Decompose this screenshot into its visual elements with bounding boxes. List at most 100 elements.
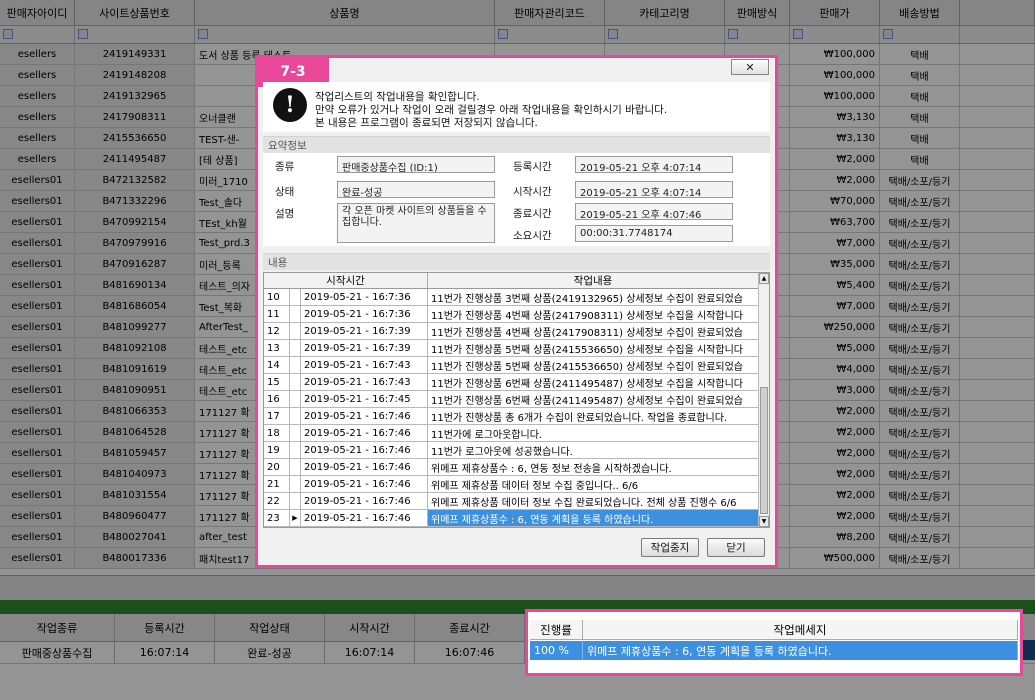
row-pointer-icon <box>290 493 301 509</box>
type-field: 판매중상품수집 (ID:1) <box>337 156 495 173</box>
log-time: 2019-05-21 - 16:7:46 <box>301 493 428 509</box>
log-row-number: 21 <box>264 476 290 492</box>
row-pointer-icon <box>290 408 301 424</box>
row-pointer-icon: ▶ <box>290 510 301 526</box>
log-row[interactable]: 23 ▶ 2019-05-21 - 16:7:46 위메프 제휴상품수 : 6, 연동… <box>264 510 759 527</box>
log-message: 11번가에 로그아웃합니다. <box>428 425 759 441</box>
log-time: 2019-05-21 - 16:7:46 <box>301 442 428 458</box>
log-row[interactable]: 17 2019-05-21 - 16:7:46 11번가 진행상품 총 6개가 수집… <box>264 408 759 425</box>
log-row-number: 16 <box>264 391 290 407</box>
log-message: 위메프 제휴상품 데이터 정보 수집 중입니다.. 6/6 <box>428 476 759 492</box>
row-pointer-icon <box>290 306 301 322</box>
summary-section-title: 요약정보 <box>263 136 770 153</box>
log-message: 위메프 제휴상품 데이터 정보 수집 완료되었습니다. 전체 상품 진행수 6/… <box>428 493 759 509</box>
log-message: 위메프 제휴상품수 : 6, 연동 정보 전송을 시작하겠습니다. <box>428 459 759 475</box>
log-time: 2019-05-21 - 16:7:46 <box>301 476 428 492</box>
log-row[interactable]: 11 2019-05-21 - 16:7:36 11번가 진행상품 4번째 상품(2… <box>264 306 759 323</box>
log-row-number: 22 <box>264 493 290 509</box>
log-row-number: 15 <box>264 374 290 390</box>
row-pointer-icon <box>290 340 301 356</box>
row-pointer-icon <box>290 391 301 407</box>
scroll-thumb[interactable] <box>760 387 768 514</box>
log-message: 11번가 진행상품 6번째 상품(2411495487) 상세정보 수집을 시작… <box>428 374 759 390</box>
log-message: 11번가 진행상품 4번째 상품(2417908311) 상세정보 수집을 시작… <box>428 306 759 322</box>
log-message: 11번가 진행상품 5번째 상품(2415536650) 상세정보 수집을 시작… <box>428 340 759 356</box>
row-pointer-icon <box>290 374 301 390</box>
progress-panel: 진행률 작업메세지 100 % 위메프 제휴상품수 : 6, 연동 계획을 등록… <box>525 609 1023 676</box>
dialog-body: 7-3 ✕ ! 작업리스트의 작업내용을 확인합니다. 만약 오류가 있거나 작… <box>257 57 773 563</box>
log-time: 2019-05-21 - 16:7:46 <box>301 425 428 441</box>
log-time: 2019-05-21 - 16:7:46 <box>301 408 428 424</box>
log-row[interactable]: 12 2019-05-21 - 16:7:39 11번가 진행상품 4번째 상품(2… <box>264 323 759 340</box>
log-row[interactable]: 21 2019-05-21 - 16:7:46 위메프 제휴상품 데이터 정보 수집… <box>264 476 759 493</box>
log-col-content[interactable]: 작업내용 <box>428 273 759 288</box>
log-scrollbar[interactable]: ▲ ▼ <box>758 273 769 527</box>
log-table: 시작시간 작업내용 10 2019-05-21 - 16:7:36 11번가 진행상… <box>263 272 770 528</box>
log-row[interactable]: 15 2019-05-21 - 16:7:43 11번가 진행상품 6번째 상품(2… <box>264 374 759 391</box>
log-col-time[interactable]: 시작시간 <box>264 273 428 288</box>
log-row[interactable]: 18 2019-05-21 - 16:7:46 11번가에 로그아웃합니다. <box>264 425 759 442</box>
log-row[interactable]: 14 2019-05-21 - 16:7:43 11번가 진행상품 5번째 상품(2… <box>264 357 759 374</box>
log-row-number: 17 <box>264 408 290 424</box>
end-time-field: 2019-05-21 오후 4:07:46 <box>575 203 733 220</box>
log-row[interactable]: 10 2019-05-21 - 16:7:36 11번가 진행상품 3번째 상품(2… <box>264 289 759 306</box>
exclamation-icon: ! <box>273 88 307 122</box>
log-message: 위메프 제휴상품수 : 6, 연동 계획을 등록 하였습니다. <box>428 510 759 526</box>
log-row[interactable]: 22 2019-05-21 - 16:7:46 위메프 제휴상품 데이터 정보 수집… <box>264 493 759 510</box>
log-row-number: 10 <box>264 289 290 305</box>
scroll-up-icon[interactable]: ▲ <box>759 273 769 284</box>
status-label: 상태 <box>275 186 295 198</box>
log-time: 2019-05-21 - 16:7:39 <box>301 323 428 339</box>
close-icon[interactable]: ✕ <box>731 59 769 75</box>
progress-col-header[interactable]: 진행률 <box>530 620 583 639</box>
log-row-number: 23 <box>264 510 290 526</box>
log-message: 11번가 로그아웃에 성공했습니다. <box>428 442 759 458</box>
message-col-header[interactable]: 작업메세지 <box>583 620 1018 639</box>
log-row[interactable]: 19 2019-05-21 - 16:7:46 11번가 로그아웃에 성공했습니다. <box>264 442 759 459</box>
log-row-number: 13 <box>264 340 290 356</box>
log-time: 2019-05-21 - 16:7:46 <box>301 459 428 475</box>
log-header: 시작시간 작업내용 <box>264 273 759 289</box>
log-time: 2019-05-21 - 16:7:43 <box>301 374 428 390</box>
row-pointer-icon <box>290 289 301 305</box>
log-row-number: 18 <box>264 425 290 441</box>
progress-row[interactable]: 100 % 위메프 제휴상품수 : 6, 연동 계획을 등록 하였습니다. <box>530 641 1018 660</box>
log-row[interactable]: 13 2019-05-21 - 16:7:39 11번가 진행상품 5번째 상품(2… <box>264 340 759 357</box>
status-field: 완료-성공 <box>337 181 495 198</box>
elapsed-label: 소요시간 <box>513 230 552 242</box>
log-message: 11번가 진행상품 4번째 상품(2417908311) 상세정보 수집이 완료… <box>428 323 759 339</box>
type-label: 종류 <box>275 161 295 173</box>
log-time: 2019-05-21 - 16:7:36 <box>301 289 428 305</box>
log-message: 11번가 진행상품 총 6개가 수집이 완료되었습니다. 작업을 종료합니다. <box>428 408 759 424</box>
row-pointer-icon <box>290 357 301 373</box>
log-row[interactable]: 16 2019-05-21 - 16:7:45 11번가 진행상품 6번째 상품(2… <box>264 391 759 408</box>
row-pointer-icon <box>290 425 301 441</box>
row-pointer-icon <box>290 323 301 339</box>
log-row[interactable]: 20 2019-05-21 - 16:7:46 위메프 제휴상품수 : 6, 연동 … <box>264 459 759 476</box>
stop-job-button[interactable]: 작업중지 <box>641 538 699 557</box>
progress-header: 진행률 작업메세지 <box>530 620 1018 640</box>
log-message: 11번가 진행상품 6번째 상품(2411495487) 상세정보 수집이 완료… <box>428 391 759 407</box>
reg-time-field: 2019-05-21 오후 4:07:14 <box>575 156 733 173</box>
row-pointer-icon <box>290 476 301 492</box>
log-row-number: 11 <box>264 306 290 322</box>
log-row-number: 12 <box>264 323 290 339</box>
log-time: 2019-05-21 - 16:7:43 <box>301 357 428 373</box>
summary-panel: 종류 판매중상품수집 (ID:1) 상태 완료-성공 설명 각 오픈 마켓 사이… <box>263 153 770 246</box>
scroll-down-icon[interactable]: ▼ <box>759 516 769 527</box>
log-time: 2019-05-21 - 16:7:36 <box>301 306 428 322</box>
start-time-field: 2019-05-21 오후 4:07:14 <box>575 181 733 198</box>
desc-field: 각 오픈 마켓 사이트의 상품들을 수집합니다. <box>337 203 495 243</box>
row-pointer-icon <box>290 459 301 475</box>
log-time: 2019-05-21 - 16:7:46 <box>301 510 428 526</box>
notice-line: 본 내용은 프로그램이 종료되면 저장되지 않습니다. <box>315 117 538 129</box>
content-section-title: 내용 <box>263 253 770 270</box>
log-row-number: 14 <box>264 357 290 373</box>
log-message: 11번가 진행상품 3번째 상품(2419132965) 상세정보 수집이 완료… <box>428 289 759 305</box>
log-body: 10 2019-05-21 - 16:7:36 11번가 진행상품 3번째 상품(2… <box>264 289 759 527</box>
desc-label: 설명 <box>275 208 295 220</box>
log-time: 2019-05-21 - 16:7:39 <box>301 340 428 356</box>
close-button[interactable]: 닫기 <box>707 538 765 557</box>
reg-time-label: 등록시간 <box>513 161 552 173</box>
notice-box: ! 작업리스트의 작업내용을 확인합니다. 만약 오류가 있거나 작업이 오래 … <box>263 82 770 132</box>
